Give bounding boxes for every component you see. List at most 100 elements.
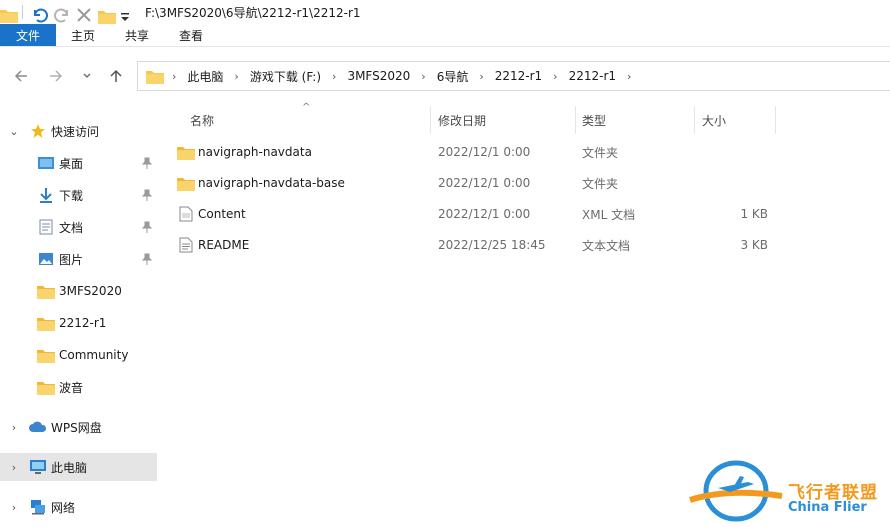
sidebar-item-label: 此电脑	[51, 460, 88, 475]
picture-icon	[37, 251, 55, 267]
sidebar-item-desktop[interactable]: 桌面	[0, 149, 157, 177]
tab-view[interactable]: 查看	[164, 24, 218, 46]
text-file-icon	[179, 231, 193, 259]
arrow-left-icon	[14, 70, 27, 82]
breadcrumb-2212-r1-parent[interactable]: 2212-r1	[495, 69, 542, 83]
chevron-right-icon[interactable]: ›	[8, 501, 20, 514]
pin-icon[interactable]	[141, 220, 153, 234]
sidebar-item-downloads[interactable]: 下载	[0, 181, 157, 209]
sidebar-item-label: 文档	[59, 220, 84, 235]
sidebar-item-2212-r1[interactable]: 2212-r1	[0, 309, 157, 337]
sidebar-item-label: 桌面	[59, 156, 84, 171]
chevron-right-icon[interactable]: ›	[553, 70, 557, 83]
arrow-up-icon	[110, 69, 122, 82]
tab-share[interactable]: 共享	[110, 24, 164, 46]
watermark: 飞行者联盟 China Flier	[686, 456, 886, 526]
file-name: navigraph-navdata-base	[198, 176, 345, 190]
xml-file-icon	[179, 200, 193, 228]
breadcrumb-this-pc[interactable]: 此电脑	[187, 68, 223, 85]
file-size: 3 KB	[740, 238, 768, 252]
address-bar[interactable]: › 此电脑 › 游戏下载 (F:) › 3MFS2020 › 6导航 › 221…	[137, 61, 890, 91]
file-modified: 2022/12/25 18:45	[438, 238, 546, 252]
sidebar-item-label: 快速访问	[51, 124, 100, 139]
table-row[interactable]: navigraph-navdata-base 2022/12/1 0:00 文件…	[160, 169, 890, 197]
breadcrumb-navigation[interactable]: 6导航	[437, 68, 469, 85]
chevron-down-icon[interactable]: ⌄	[8, 125, 20, 138]
chevron-right-icon[interactable]: ›	[627, 70, 631, 83]
sidebar-item-quick-access[interactable]: ⌄ 快速访问	[0, 117, 157, 145]
sidebar-item-3mfs2020[interactable]: 3MFS2020	[0, 277, 157, 305]
folder-icon	[177, 138, 195, 166]
pin-icon[interactable]	[141, 188, 153, 202]
table-row[interactable]: README 2022/12/25 18:45 文本文档 3 KB	[160, 231, 890, 259]
chevron-down-icon	[83, 73, 91, 78]
china-flier-logo-icon	[688, 458, 784, 527]
chevron-right-icon[interactable]: ›	[421, 70, 425, 83]
folder-icon	[37, 347, 55, 363]
file-modified: 2022/12/1 0:00	[438, 176, 531, 190]
file-modified: 2022/12/1 0:00	[438, 145, 531, 159]
window-title: F:\3MFS2020\6导航\2212-r1\2212-r1	[145, 6, 361, 20]
navigation-bar: › 此电脑 › 游戏下载 (F:) › 3MFS2020 › 6导航 › 221…	[0, 47, 890, 105]
breadcrumb-drive[interactable]: 游戏下载 (F:)	[250, 68, 321, 85]
pin-icon[interactable]	[141, 156, 153, 170]
file-name: navigraph-navdata	[198, 145, 312, 159]
chevron-right-icon[interactable]: ›	[332, 70, 336, 83]
back-button[interactable]	[10, 65, 32, 87]
tab-home[interactable]: 主页	[56, 24, 110, 46]
breadcrumb-2212-r1-current[interactable]: 2212-r1	[569, 69, 616, 83]
file-modified: 2022/12/1 0:00	[438, 207, 531, 221]
sidebar-item-label: Community	[59, 348, 129, 362]
sidebar-item-community[interactable]: Community	[0, 341, 157, 369]
sidebar-item-documents[interactable]: 文档	[0, 213, 157, 241]
table-row[interactable]: navigraph-navdata 2022/12/1 0:00 文件夹	[160, 138, 890, 166]
chevron-right-icon[interactable]: ›	[172, 70, 176, 83]
ribbon-tabs: 文件 主页 共享 查看	[0, 24, 890, 46]
chevron-right-icon[interactable]: ›	[8, 421, 20, 434]
file-name: Content	[198, 207, 246, 221]
folder-icon	[146, 69, 164, 84]
sidebar-item-label: 波音	[59, 380, 84, 395]
sidebar-item-label: WPS网盘	[51, 420, 102, 435]
folder-icon	[37, 379, 55, 395]
table-row[interactable]: Content 2022/12/1 0:00 XML 文档 1 KB	[160, 200, 890, 228]
folder-icon	[37, 283, 55, 299]
sidebar-item-pictures[interactable]: 图片	[0, 245, 157, 273]
star-icon	[29, 123, 47, 139]
forward-button[interactable]	[45, 65, 67, 87]
sidebar-item-boeing[interactable]: 波音	[0, 373, 157, 401]
recent-locations-button[interactable]	[76, 65, 98, 87]
folder-icon	[177, 169, 195, 197]
file-size: 1 KB	[740, 207, 768, 221]
navigation-pane: ⌄ 快速访问 桌面 下载 文档 图片 3MFS2020 2212-r1 Comm…	[0, 106, 157, 531]
sidebar-item-wps-cloud[interactable]: › WPS网盘	[0, 413, 157, 441]
sidebar-item-label: 图片	[59, 252, 84, 267]
pin-icon[interactable]	[141, 252, 153, 266]
chevron-right-icon[interactable]: ›	[479, 70, 483, 83]
file-type: 文件夹	[582, 145, 619, 160]
tab-file[interactable]: 文件	[0, 24, 56, 46]
computer-icon	[29, 459, 47, 475]
up-button[interactable]	[105, 65, 127, 87]
chevron-right-icon[interactable]: ›	[8, 461, 20, 474]
breadcrumb-3mfs2020[interactable]: 3MFS2020	[347, 69, 410, 83]
column-label: 类型	[582, 113, 607, 128]
column-label: 名称	[190, 113, 215, 128]
chevron-right-icon[interactable]: ›	[234, 70, 238, 83]
sidebar-item-network[interactable]: › 网络	[0, 493, 157, 521]
file-type: 文本文档	[582, 238, 631, 253]
file-size	[695, 169, 768, 197]
sidebar-item-this-pc[interactable]: › 此电脑	[0, 453, 157, 481]
column-header-type[interactable]: 类型	[576, 106, 694, 134]
column-header-size[interactable]: 大小	[695, 106, 775, 134]
arrow-right-icon	[50, 70, 63, 82]
column-divider[interactable]	[775, 106, 776, 134]
column-header-name[interactable]: 名称	[160, 106, 430, 134]
watermark-subtitle: China Flier	[788, 500, 867, 515]
sidebar-item-label: 2212-r1	[59, 316, 107, 330]
title-bar: F:\3MFS2020\6导航\2212-r1\2212-r1	[0, 0, 890, 24]
sidebar-item-label: 3MFS2020	[59, 284, 122, 298]
column-header-modified[interactable]: 修改日期	[431, 106, 575, 134]
sidebar-item-label: 下载	[59, 188, 84, 203]
network-icon	[29, 499, 47, 515]
